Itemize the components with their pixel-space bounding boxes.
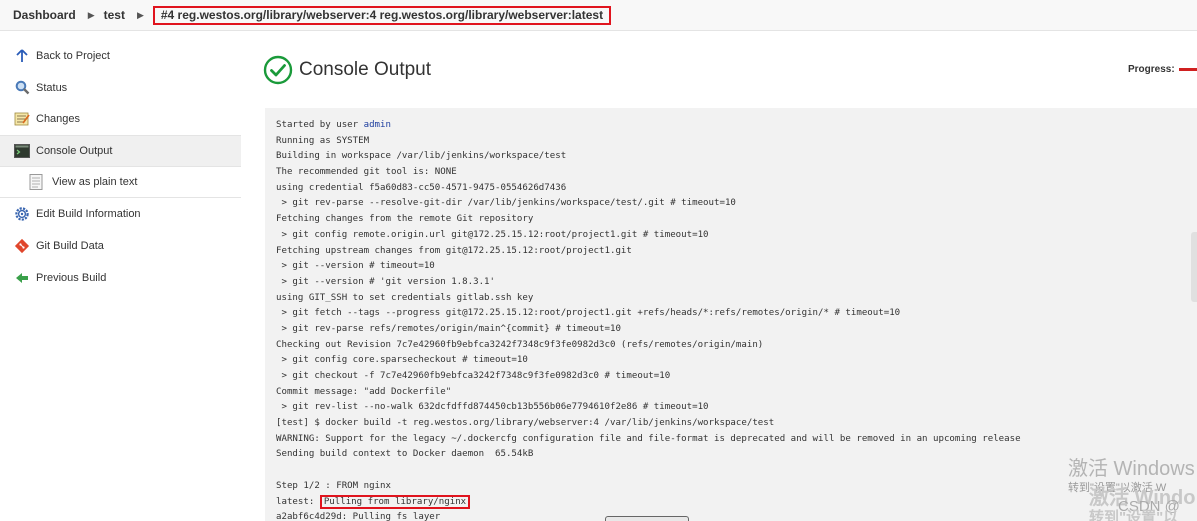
console-line: Checking out Revision 7c7e42960fb9ebfca3… (276, 339, 764, 350)
sidebar-item-label: Edit Build Information (36, 208, 141, 221)
sidebar-item-edit-build-information[interactable]: Edit Build Information (0, 198, 241, 230)
console-line: Running as SYSTEM (276, 135, 370, 146)
sidebar-item-label: Changes (36, 113, 81, 126)
console-line: Started by user admin (276, 118, 1197, 134)
sidebar-item-git-build-data[interactable]: Git Build Data (0, 230, 241, 262)
sidebar-item-changes[interactable]: Changes (0, 103, 241, 135)
chevron-right-icon[interactable]: ▶ (88, 10, 95, 21)
console-line: > git checkout -f 7c7e42960fb9ebfca3242f… (276, 371, 671, 381)
success-check-icon (263, 55, 293, 85)
arrow-up-icon (14, 48, 30, 64)
breadcrumb-dashboard[interactable]: Dashboard (13, 8, 76, 22)
console-line: The recommended git tool is: NONE (276, 167, 457, 178)
console-line: using GIT_SSH to set credentials gitlab.… (276, 292, 534, 303)
sidebar-item-back-to-project[interactable]: Back to Project (0, 40, 241, 72)
console-line: > git config remote.origin.url git@172.2… (276, 229, 709, 240)
console-line: > git --version # timeout=10 (276, 261, 435, 272)
console-line: Step 1/2 : FROM nginx (276, 480, 391, 491)
sidebar-item-status[interactable]: Status (0, 72, 241, 104)
console-line: > git --version # 'git version 1.8.3.1' (276, 276, 495, 287)
magnifier-icon (14, 80, 30, 96)
console-line: Building in workspace /var/lib/jenkins/w… (276, 151, 567, 162)
chevron-right-icon[interactable]: ▶ (137, 10, 144, 21)
progress-bar (1178, 68, 1197, 71)
sidebar-item-label: Git Build Data (36, 239, 104, 252)
breadcrumb-project[interactable]: test (104, 8, 125, 22)
console-line: > git config core.sparsecheckout # timeo… (276, 355, 528, 366)
console-line: using credential f5a60d83-cc50-4571-9475… (276, 182, 567, 193)
console-text: latest: (276, 496, 320, 507)
console-line: Commit message: "add Dockerfile" (276, 386, 452, 397)
console-line: > git rev-parse --resolve-git-dir /var/l… (276, 198, 736, 209)
console-line: Fetching upstream changes from git@172.2… (276, 245, 632, 256)
console-line: [test] $ docker build -t reg.westos.org/… (276, 418, 775, 429)
user-link[interactable]: admin (364, 120, 391, 130)
console-line: > git fetch --tags --progress git@172.25… (276, 308, 901, 319)
sidebar-item-label: View as plain text (52, 176, 138, 189)
progress-label: Progress: (1128, 64, 1175, 75)
terminal-icon (14, 143, 30, 159)
console-line: WARNING: Support for the legacy ~/.docke… (276, 433, 1021, 444)
breadcrumb: Dashboard ▶ test ▶ #4 reg.westos.org/lib… (0, 0, 1197, 31)
console-line: latest: Pulling from library/nginx (276, 494, 1197, 511)
page-title: Console Output (299, 59, 432, 80)
sidebar-item-previous-build[interactable]: Previous Build (0, 262, 241, 294)
console-text: Started by user (276, 120, 364, 130)
highlighted-text: Pulling from library/nginx (319, 494, 471, 509)
sidebar-item-label: Back to Project (36, 49, 110, 62)
git-icon (14, 238, 30, 254)
console-line: > git rev-list --no-walk 632dcfdffd87445… (276, 402, 709, 413)
console-line: Sending build context to Docker daemon 6… (276, 449, 534, 460)
console-output: Started by user admin Running as SYSTEM B… (265, 108, 1197, 521)
sidebar-item-view-as-plain-text[interactable]: View as plain text (0, 167, 241, 199)
console-line: Fetching changes from the remote Git rep… (276, 214, 534, 225)
arrow-left-icon (14, 270, 30, 286)
sidebar-item-console-output[interactable]: Console Output (0, 135, 241, 167)
build-progress: Progress: (1128, 64, 1197, 75)
console-line: a2abf6c4d29d: Pulling fs layer (276, 512, 441, 521)
console-lines: Running as SYSTEM Building in workspace /… (276, 134, 1197, 463)
scrollbar[interactable] (1191, 232, 1197, 302)
console-line: > git rev-parse refs/remotes/origin/main… (276, 323, 621, 334)
sidebar-item-label: Status (36, 81, 68, 94)
sidebar-item-label: Console Output (36, 144, 113, 157)
notepad-icon (14, 111, 30, 127)
document-icon (28, 174, 44, 191)
gear-icon (14, 206, 30, 222)
scroll-to-bottom-tab[interactable] (605, 516, 689, 521)
sidebar: Back to Project Status Changes Console O… (0, 40, 241, 294)
breadcrumb-current-build[interactable]: #4 reg.westos.org/library/webserver:4 re… (152, 5, 612, 25)
sidebar-item-label: Previous Build (36, 271, 107, 284)
